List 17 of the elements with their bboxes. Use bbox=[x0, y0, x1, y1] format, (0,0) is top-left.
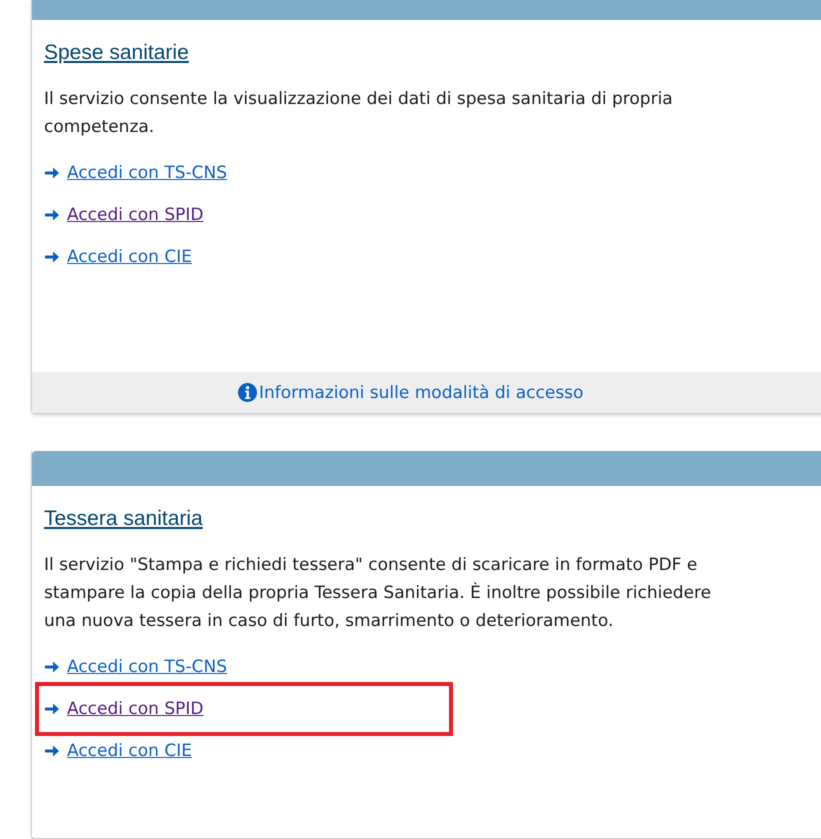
login-link[interactable]: Accedi con SPID bbox=[67, 699, 204, 719]
login-link[interactable]: Accedi con SPID bbox=[67, 205, 204, 225]
info-icon bbox=[238, 383, 257, 402]
card-description: Il servizio "Stampa e richiedi tessera" consente di scaricare in formato PDF e stampare la copia della propria Tessera Sanitaria. È inoltre possibile richiedere una nuova tessera in caso di furto, smarrimento o deterioramento. bbox=[44, 554, 712, 633]
arrow-right-icon bbox=[44, 701, 60, 717]
card-description: Il servizio consente la visualizzazione dei dati di spesa sanitaria di propria competenza. bbox=[44, 88, 674, 139]
card-title-link[interactable]: Spese sanitarie bbox=[44, 38, 189, 68]
login-link[interactable]: Accedi con CIE bbox=[67, 741, 192, 761]
login-link[interactable]: Accedi con CIE bbox=[67, 247, 192, 267]
arrow-right-icon bbox=[44, 165, 60, 181]
arrow-right-icon bbox=[44, 743, 60, 759]
arrow-right-icon bbox=[44, 249, 60, 265]
login-link[interactable]: Accedi con TS-CNS bbox=[67, 657, 228, 677]
arrow-right-icon bbox=[44, 207, 60, 223]
arrow-right-icon bbox=[44, 659, 60, 675]
card-title-link[interactable]: Tessera sanitaria bbox=[44, 504, 203, 534]
login-link[interactable]: Accedi con TS-CNS bbox=[67, 163, 228, 183]
